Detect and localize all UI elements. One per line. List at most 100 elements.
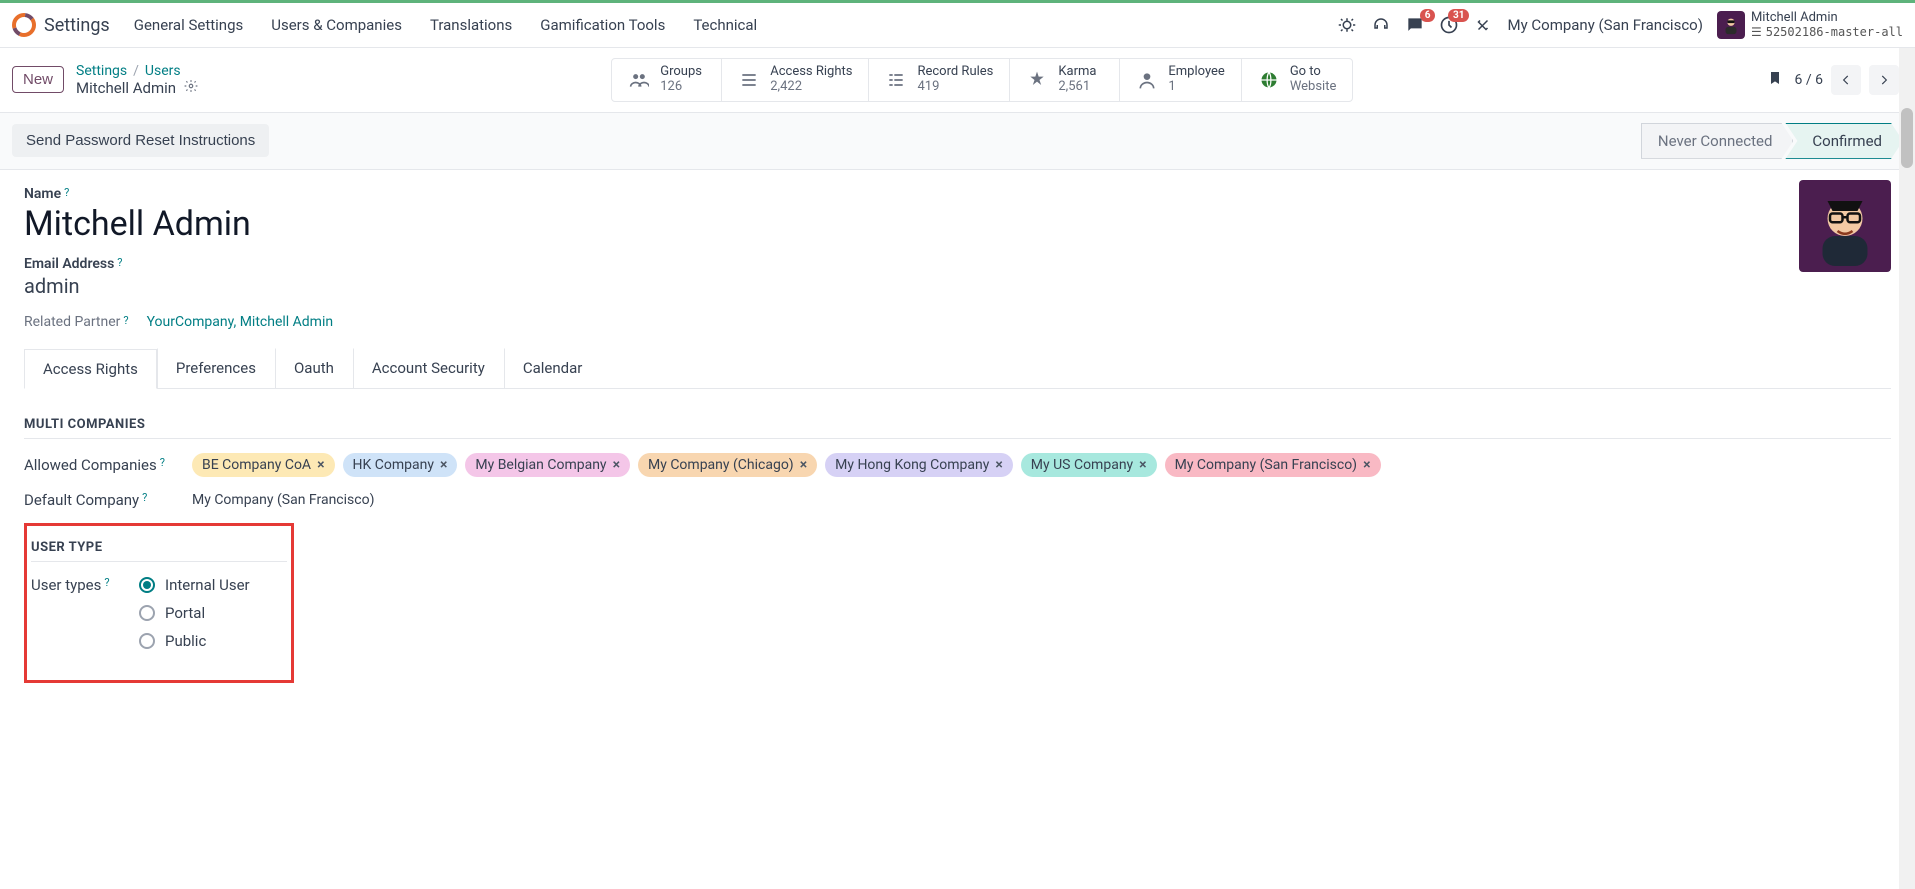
company-tag[interactable]: My Company (Chicago) × <box>638 453 817 477</box>
stat-karma[interactable]: Karma2,561 <box>1010 59 1120 101</box>
employee-icon <box>1136 69 1158 91</box>
breadcrumb: Settings / Users Mitchell Admin <box>76 63 198 97</box>
company-tag[interactable]: My US Company × <box>1021 453 1157 477</box>
stat-employee[interactable]: Employee1 <box>1120 59 1241 101</box>
scrollbar[interactable] <box>1899 48 1915 889</box>
company-switcher[interactable]: My Company (San Francisco) <box>1507 16 1702 34</box>
stat-groups[interactable]: Groups126 <box>612 59 722 101</box>
related-partner-label: Related Partner <box>24 314 120 330</box>
form-sheet: Name? Mitchell Admin Email Address? admi… <box>0 170 1915 723</box>
remove-tag-icon[interactable]: × <box>800 457 807 473</box>
related-partner-link[interactable]: YourCompany, Mitchell Admin <box>147 314 334 330</box>
new-button[interactable]: New <box>12 66 64 93</box>
radio-label: Internal User <box>165 576 250 594</box>
remove-tag-icon[interactable]: × <box>995 457 1002 473</box>
menu-gamification[interactable]: Gamification Tools <box>540 16 665 34</box>
radio-public[interactable]: Public <box>139 632 250 650</box>
scrollbar-thumb[interactable] <box>1901 108 1913 168</box>
radio-icon <box>139 605 155 621</box>
company-tag-label: My US Company <box>1031 457 1133 473</box>
tools-icon[interactable] <box>1473 15 1493 35</box>
messages-badge: 6 <box>1420 9 1436 22</box>
help-icon[interactable]: ? <box>160 456 165 469</box>
tab-access-rights[interactable]: Access Rights <box>24 349 157 389</box>
debug-icon[interactable] <box>1337 15 1357 35</box>
name-value[interactable]: Mitchell Admin <box>24 204 1891 244</box>
pager-text[interactable]: 6 / 6 <box>1795 72 1823 88</box>
app-logo-icon[interactable] <box>12 13 36 37</box>
control-bar: New Settings / Users Mitchell Admin Grou… <box>0 48 1915 112</box>
radio-internal-user[interactable]: Internal User <box>139 576 250 594</box>
allowed-companies-tags[interactable]: BE Company CoA× HK Company× My Belgian C… <box>192 453 1381 477</box>
breadcrumb-parent[interactable]: Users <box>145 63 181 79</box>
status-never-connected[interactable]: Never Connected <box>1641 123 1794 159</box>
company-tag[interactable]: My Belgian Company× <box>465 453 630 477</box>
name-label: Name <box>24 186 61 202</box>
support-icon[interactable] <box>1371 15 1391 35</box>
stat-karma-label: Karma <box>1058 65 1096 80</box>
email-label: Email Address <box>24 256 114 272</box>
menu-users-companies[interactable]: Users & Companies <box>271 16 402 34</box>
remove-tag-icon[interactable]: × <box>317 457 324 473</box>
app-title[interactable]: Settings <box>44 15 110 36</box>
tab-oauth[interactable]: Oauth <box>275 348 353 388</box>
company-tag[interactable]: HK Company× <box>343 453 458 477</box>
activities-badge: 31 <box>1448 9 1469 22</box>
main-menu: General Settings Users & Companies Trans… <box>134 16 757 34</box>
stat-go-to-website[interactable]: Go toWebsite <box>1242 59 1353 101</box>
radio-portal[interactable]: Portal <box>139 604 250 622</box>
send-password-reset-button[interactable]: Send Password Reset Instructions <box>12 124 269 157</box>
help-icon[interactable]: ? <box>123 314 128 327</box>
breadcrumb-root[interactable]: Settings <box>76 63 127 79</box>
help-icon[interactable]: ? <box>64 186 69 199</box>
karma-icon <box>1026 69 1048 91</box>
help-icon[interactable]: ? <box>117 256 122 269</box>
tab-calendar[interactable]: Calendar <box>504 348 602 388</box>
pager: 6 / 6 <box>1795 65 1899 95</box>
messages-icon[interactable]: 6 <box>1405 15 1425 35</box>
help-icon[interactable]: ? <box>104 576 109 589</box>
status-confirmed[interactable]: Confirmed <box>1785 123 1903 159</box>
help-icon[interactable]: ? <box>142 491 147 504</box>
rules-icon <box>885 69 907 91</box>
company-tag[interactable]: BE Company CoA× <box>192 453 335 477</box>
pager-prev-button[interactable] <box>1831 65 1861 95</box>
email-value[interactable]: admin <box>24 274 1891 298</box>
stat-goto-value: Website <box>1290 80 1337 95</box>
stat-access-rights[interactable]: Access Rights2,422 <box>722 59 869 101</box>
menu-general-settings[interactable]: General Settings <box>134 16 244 34</box>
tab-account-security[interactable]: Account Security <box>353 348 504 388</box>
company-tag[interactable]: My Hong Kong Company × <box>825 453 1013 477</box>
user-name: Mitchell Admin <box>1751 11 1903 25</box>
gear-icon[interactable] <box>184 79 198 97</box>
company-tag-label: My Company (Chicago) <box>648 457 794 473</box>
remove-tag-icon[interactable]: × <box>440 457 447 473</box>
stat-employee-label: Employee <box>1168 65 1224 80</box>
company-tag-label: My Hong Kong Company <box>835 457 989 473</box>
user-type-radio-group: Internal User Portal Public <box>139 576 250 650</box>
remove-tag-icon[interactable]: × <box>613 457 620 473</box>
user-menu[interactable]: Mitchell Admin ☰52502186-master-all <box>1717 11 1903 39</box>
section-multi-companies: MULTI COMPANIES <box>24 417 1891 439</box>
radio-icon <box>139 633 155 649</box>
menu-translations[interactable]: Translations <box>430 16 512 34</box>
stat-record-rules[interactable]: Record Rules419 <box>869 59 1010 101</box>
remove-tag-icon[interactable]: × <box>1139 457 1146 473</box>
users-icon <box>628 69 650 91</box>
stat-goto-label: Go to <box>1290 65 1337 80</box>
stat-access-rights-value: 2,422 <box>770 80 852 95</box>
company-tag[interactable]: My Company (San Francisco) × <box>1165 453 1381 477</box>
company-tag-label: My Company (San Francisco) <box>1175 457 1357 473</box>
globe-icon <box>1258 69 1280 91</box>
pager-next-button[interactable] <box>1869 65 1899 95</box>
bookmark-icon[interactable] <box>1767 70 1783 90</box>
remove-tag-icon[interactable]: × <box>1363 457 1370 473</box>
user-photo[interactable] <box>1799 180 1891 272</box>
activities-icon[interactable]: 31 <box>1439 15 1459 35</box>
user-type-highlight: USER TYPE User types? Internal User Port… <box>24 523 294 683</box>
tab-preferences[interactable]: Preferences <box>157 348 275 388</box>
status-band: Send Password Reset Instructions Never C… <box>0 112 1915 170</box>
default-company-value[interactable]: My Company (San Francisco) <box>192 492 374 508</box>
menu-technical[interactable]: Technical <box>693 16 757 34</box>
radio-icon <box>139 577 155 593</box>
